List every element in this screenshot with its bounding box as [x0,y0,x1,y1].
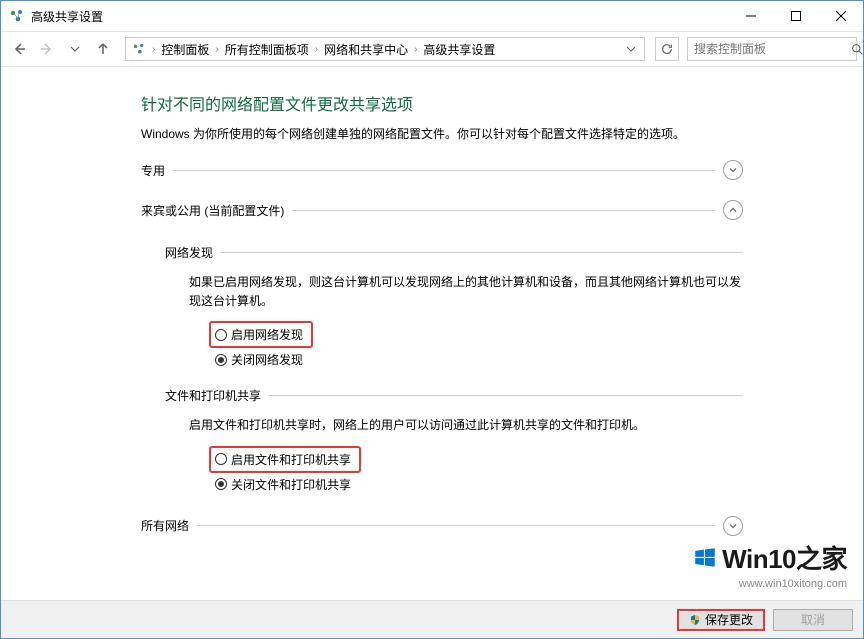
profile-all-label: 所有网络 [141,517,189,534]
save-button-label: 保存更改 [705,611,753,628]
search-input[interactable] [692,41,851,57]
highlight-enable-network-discovery: 启用网络发现 [209,321,313,348]
nav-up-button[interactable] [91,37,115,61]
refresh-button[interactable] [655,37,679,61]
breadcrumb-sep-icon: › [313,44,320,55]
breadcrumb-item-2[interactable]: 网络和共享中心 [320,41,412,58]
divider [197,525,715,526]
watermark: Win10之家 www.win10xitong.com [692,539,847,590]
radio-enable-file-printer[interactable]: 启用文件和打印机共享 [215,450,351,469]
breadcrumb-item-1[interactable]: 所有控制面板项 [221,41,313,58]
shield-icon [689,614,701,626]
network-discovery-radio-group: 启用网络发现 关闭网络发现 [165,321,743,369]
close-button[interactable] [818,1,863,31]
window-title: 高级共享设置 [31,8,728,25]
navbar: › 控制面板 › 所有控制面板项 › 网络和共享中心 › 高级共享设置 [1,31,863,67]
divider [221,252,743,253]
watermark-url: www.win10xitong.com [692,578,847,590]
radio-icon [215,478,227,490]
search-icon[interactable] [851,43,864,56]
chevron-down-icon [723,516,743,536]
footer: 保存更改 取消 [1,600,863,638]
file-printer-radio-group: 启用文件和打印机共享 关闭文件和打印机共享 [165,446,743,494]
app-icon [9,8,25,24]
radio-enable-network-discovery[interactable]: 启用网络发现 [215,325,303,344]
titlebar: 高级共享设置 [1,1,863,31]
radio-icon [215,329,227,341]
radio-disable-file-printer[interactable]: 关闭文件和打印机共享 [209,475,743,494]
cancel-button[interactable]: 取消 [773,609,853,631]
breadcrumb-icon [130,40,148,58]
radio-icon [215,354,227,366]
page-description: Windows 为你所使用的每个网络创建单独的网络配置文件。你可以针对每个配置文… [141,125,743,142]
breadcrumb-sep-icon: › [150,44,157,55]
section-title-network-discovery: 网络发现 [165,244,213,261]
radio-icon [215,453,227,465]
profile-all-header[interactable]: 所有网络 [141,516,743,536]
divider [269,395,743,396]
section-title-file-printer: 文件和打印机共享 [165,387,261,404]
breadcrumb-item-3[interactable]: 高级共享设置 [419,41,499,58]
radio-label: 启用网络发现 [231,326,303,343]
nav-recent-button[interactable] [63,37,87,61]
page-title: 针对不同的网络配置文件更改共享选项 [141,91,743,115]
radio-disable-network-discovery[interactable]: 关闭网络发现 [209,350,743,369]
profile-private-label: 专用 [141,162,165,179]
divider [173,170,715,171]
profile-guest-header[interactable]: 来宾或公用 (当前配置文件) [141,200,743,220]
section-network-discovery: 网络发现 [165,244,743,261]
profile-private-header[interactable]: 专用 [141,160,743,180]
window-controls [728,1,863,31]
radio-label: 关闭文件和打印机共享 [231,476,351,493]
maximize-button[interactable] [773,1,818,31]
window: 高级共享设置 › 控制面板 › 所有控制面板项 › 网 [0,0,864,639]
profile-guest-label: 来宾或公用 (当前配置文件) [141,202,284,219]
chevron-down-icon [723,160,743,180]
file-printer-description: 启用文件和打印机共享时，网络上的用户可以访问通过此计算机共享的文件和打印机。 [165,412,743,445]
nav-forward-button [35,37,59,61]
network-discovery-description: 如果已启用网络发现，则这台计算机可以发现网络上的其他计算机和设备，而且其他网络计… [165,269,743,321]
radio-label: 启用文件和打印机共享 [231,451,351,468]
highlight-enable-file-printer: 启用文件和打印机共享 [209,446,361,473]
save-button[interactable]: 保存更改 [677,609,765,631]
cancel-button-label: 取消 [801,611,825,628]
section-file-printer-sharing: 文件和打印机共享 [165,387,743,404]
breadcrumb-sep-icon: › [412,44,419,55]
content-area: 针对不同的网络配置文件更改共享选项 Windows 为你所使用的每个网络创建单独… [1,67,863,600]
breadcrumb-sep-icon: › [213,44,220,55]
search-box[interactable] [687,37,857,61]
nav-back-button[interactable] [7,37,31,61]
watermark-main: Win10之家 [692,539,847,578]
breadcrumb[interactable]: › 控制面板 › 所有控制面板项 › 网络和共享中心 › 高级共享设置 [125,37,645,61]
radio-label: 关闭网络发现 [231,351,303,368]
profile-guest-body: 网络发现 如果已启用网络发现，则这台计算机可以发现网络上的其他计算机和设备，而且… [141,228,743,504]
divider [292,210,715,211]
windows-logo-icon [692,545,718,578]
breadcrumb-item-0[interactable]: 控制面板 [157,41,213,58]
breadcrumb-dropdown-icon[interactable] [620,38,642,60]
chevron-up-icon [723,200,743,220]
minimize-button[interactable] [728,1,773,31]
